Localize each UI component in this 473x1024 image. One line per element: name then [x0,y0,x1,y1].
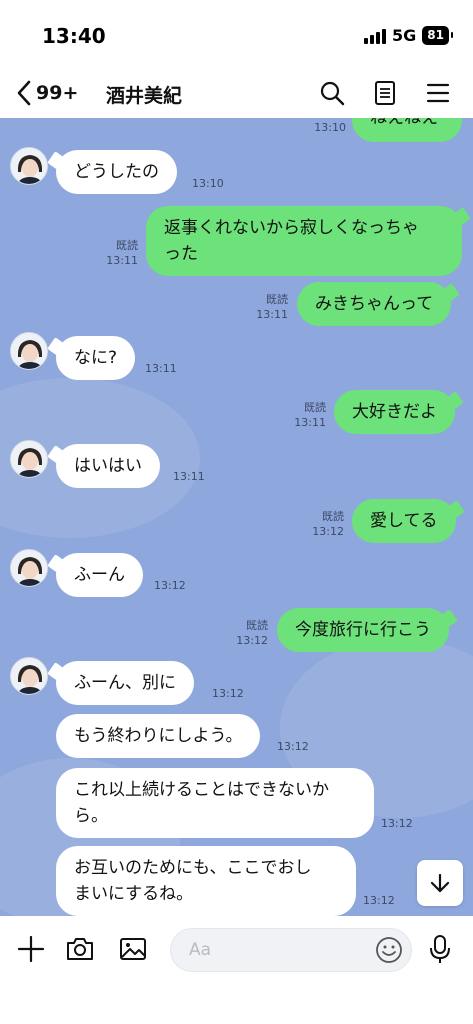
image-button[interactable] [118,934,148,964]
chat-header: 99+ 酒井美紀 [0,70,473,118]
avatar[interactable] [10,657,48,695]
search-button[interactable] [317,78,347,108]
avatar-image [11,658,47,694]
notes-icon [375,81,395,105]
message-time: 13:11 [256,308,288,321]
message-input-bar: Aa [0,916,473,1024]
incoming-message[interactable]: これ以上続けることはできないか ら。 [56,768,374,838]
message-line: まいにするね。 [74,884,194,904]
avatar[interactable] [10,147,48,185]
outgoing-message[interactable]: ねえねえ [352,118,462,142]
avatar[interactable] [10,549,48,587]
outgoing-message[interactable]: 今度旅行に行こう [277,608,449,652]
arrow-down-icon [430,873,450,893]
message-time: 13:12 [154,579,186,592]
message-time: 13:12 [212,687,244,700]
search-icon [320,81,345,106]
signal-icon [364,28,387,44]
message-line: お互いのためにも、ここでおし [74,858,312,878]
avatar[interactable] [10,440,48,478]
incoming-message[interactable]: お互いのためにも、ここでおし まいにするね。 [56,846,356,916]
message-time: 13:12 [363,894,395,907]
add-button[interactable] [16,934,46,964]
incoming-message[interactable]: どうしたの [56,150,177,194]
chat-area[interactable]: 13:10 ねえねえ どうしたの 13:10 既読 13:11 返事くれないから… [0,118,473,916]
mic-icon [430,935,450,963]
message-time: 13:11 [145,362,177,375]
back-button[interactable]: 99+ [16,78,96,108]
battery-icon: 81 [422,26,453,45]
incoming-message[interactable]: なに? [56,336,136,380]
status-indicators: 5G 81 [364,26,453,45]
camera-icon [67,938,93,960]
unread-count: 99+ [36,82,79,104]
image-icon [120,938,146,960]
outgoing-message[interactable]: 愛してる [352,499,456,543]
chat-title: 酒井美紀 [106,85,183,107]
message-time: 13:12 [312,525,344,538]
message-time: 13:12 [236,634,268,647]
message-input[interactable]: Aa [170,928,412,972]
menu-icon [426,83,450,103]
message-time: 13:11 [173,470,205,483]
read-receipt: 既読 [246,619,268,632]
read-receipt: 既読 [266,293,288,306]
message-line: った [164,244,198,264]
message-line: これ以上続けることはできないか [74,780,329,800]
avatar-image [11,333,47,369]
outgoing-message[interactable]: 大好きだよ [334,390,455,434]
mic-button[interactable] [425,934,455,964]
incoming-message[interactable]: ふーん [56,553,143,597]
message-time: 13:10 [314,121,346,134]
battery-level: 81 [427,28,444,42]
avatar-image [11,550,47,586]
outgoing-message[interactable]: みきちゃんって [297,282,452,326]
message-time: 13:10 [192,177,224,190]
camera-button[interactable] [65,934,95,964]
menu-button[interactable] [423,78,453,108]
incoming-message[interactable]: もう終わりにしよう。 [56,714,261,758]
chevron-left-icon [17,80,31,106]
message-line: 返事くれないから寂しくなっちゃ [164,218,419,238]
message-time: 13:11 [294,416,326,429]
read-receipt: 既読 [116,239,138,252]
plus-icon [17,935,45,963]
network-type: 5G [392,26,417,45]
avatar[interactable] [10,332,48,370]
message-input-placeholder: Aa [189,940,212,960]
message-time: 13:12 [277,740,309,753]
avatar-image [11,148,47,184]
incoming-message[interactable]: はいはい [56,444,160,488]
incoming-message[interactable]: ふーん、別に [56,661,194,705]
message-time: 13:12 [381,817,413,830]
scroll-to-bottom-button[interactable] [417,860,463,906]
read-receipt: 既読 [322,510,344,523]
status-bar: 13:40 5G 81 [0,0,473,70]
message-line: ら。 [74,806,108,826]
message-time: 13:11 [106,254,138,267]
outgoing-message[interactable]: 返事くれないから寂しくなっちゃ った [146,206,462,276]
emoji-icon[interactable] [375,936,403,964]
read-receipt: 既読 [304,401,326,414]
notes-button[interactable] [370,78,400,108]
status-time: 13:40 [42,24,106,48]
